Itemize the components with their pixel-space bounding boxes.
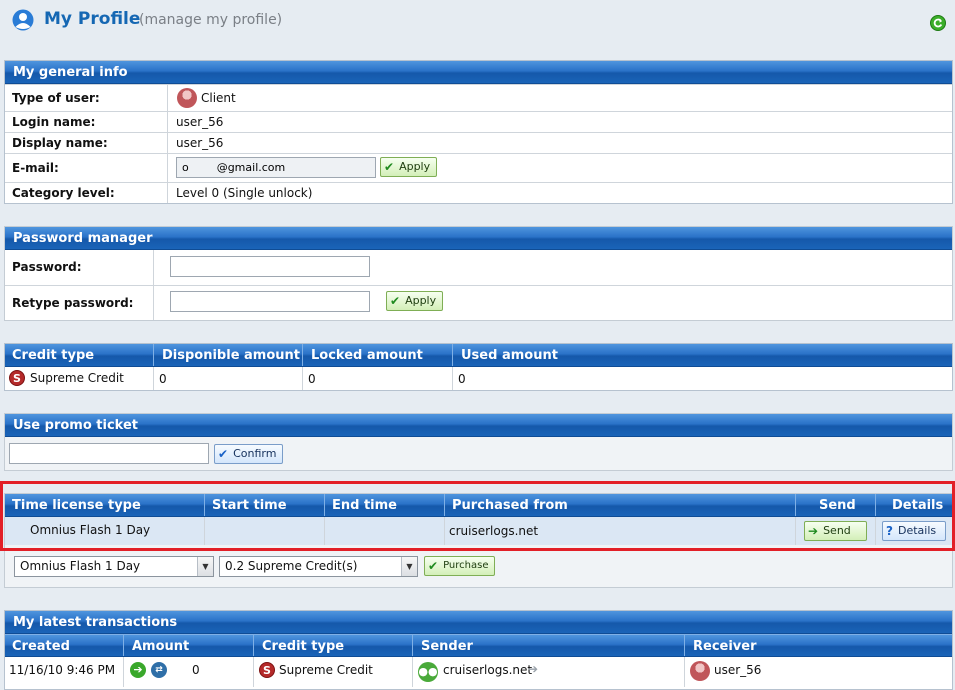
- general-info-panel: My general info Type of user: Client Log…: [4, 60, 953, 204]
- check-icon: ✔: [428, 559, 439, 573]
- col-credit-type: Credit type: [12, 348, 95, 363]
- email-input[interactable]: [176, 157, 376, 178]
- password-manager-title: Password manager: [5, 227, 952, 250]
- sender-group-icon: ●●: [418, 662, 438, 682]
- used-amount-value: 0: [458, 372, 466, 386]
- label-type-of-user: Type of user:: [12, 91, 100, 105]
- license-type-select-value: Omnius Flash 1 Day: [20, 559, 141, 573]
- row-type-of-user: Type of user: Client: [5, 84, 952, 111]
- col-locked-amount: Locked amount: [311, 348, 423, 363]
- col-sender: Sender: [421, 639, 473, 654]
- check-icon: ✔: [218, 447, 229, 461]
- page-title: My Profile: [44, 9, 141, 29]
- purchase-button[interactable]: ✔ Purchase: [424, 556, 496, 576]
- label-category-level: Category level:: [12, 186, 115, 200]
- check-icon: ✔: [390, 294, 401, 308]
- credits-panel: Credit type Disponible amount Locked amo…: [4, 343, 953, 391]
- label-password: Password:: [12, 260, 82, 274]
- transactions-table-header: Created Amount Credit type Sender Receiv…: [5, 634, 952, 657]
- price-select[interactable]: 0.2 Supreme Credit(s) ▼: [219, 556, 418, 577]
- value-type-of-user: Client: [201, 91, 236, 105]
- password-manager-panel: Password manager Password: Retype passwo…: [4, 226, 953, 321]
- transaction-row: 11/16/10 9:46 PM ➔ ⇄ 0 S Supreme Credit …: [5, 657, 952, 687]
- value-category-level: Level 0 (Single unlock): [176, 186, 313, 200]
- col-credit-type: Credit type: [262, 639, 345, 654]
- transaction-amount-value: 0: [192, 663, 200, 677]
- col-used-amount: Used amount: [461, 348, 558, 363]
- password-apply-label: Apply: [405, 294, 437, 307]
- purchase-label: Purchase: [443, 560, 489, 571]
- license-type-select[interactable]: Omnius Flash 1 Day ▼: [14, 556, 214, 577]
- transaction-sender-value: cruiserlogs.net: [443, 663, 533, 677]
- col-disponible-amount: Disponible amount: [162, 348, 301, 363]
- email-apply-label: Apply: [399, 160, 431, 173]
- transaction-receiver-value: user_56: [714, 663, 762, 677]
- row-password: Password:: [5, 250, 952, 285]
- label-display-name: Display name:: [12, 136, 108, 150]
- credits-table-header: Credit type Disponible amount Locked amo…: [5, 344, 952, 367]
- user-profile-icon: [12, 9, 34, 31]
- value-login-name: user_56: [176, 115, 224, 129]
- label-login-name: Login name:: [12, 115, 96, 129]
- transaction-credit-type-value: Supreme Credit: [279, 663, 373, 677]
- promo-ticket-title: Use promo ticket: [5, 414, 952, 437]
- col-amount: Amount: [132, 639, 190, 654]
- transactions-title: My latest transactions: [5, 611, 952, 634]
- promo-ticket-input[interactable]: [9, 443, 209, 464]
- row-email: E-mail: ✔ Apply: [5, 153, 952, 182]
- page-subtitle: (manage my profile): [139, 12, 283, 28]
- disponible-amount-value: 0: [159, 372, 167, 386]
- refresh-icon[interactable]: [930, 15, 946, 31]
- supreme-credit-icon: S: [9, 370, 25, 386]
- license-highlight-box: [0, 481, 955, 551]
- label-retype-password: Retype password:: [12, 296, 134, 310]
- check-icon: ✔: [384, 160, 395, 174]
- promo-confirm-button[interactable]: ✔ Confirm: [214, 444, 284, 464]
- row-login-name: Login name: user_56: [5, 111, 952, 132]
- col-receiver: Receiver: [693, 639, 757, 654]
- label-email: E-mail:: [12, 161, 59, 175]
- email-apply-button[interactable]: ✔ Apply: [380, 157, 438, 177]
- password-input[interactable]: [170, 256, 370, 277]
- receiver-avatar-icon: [690, 661, 710, 681]
- page-header: My Profile (manage my profile): [0, 0, 955, 50]
- value-display-name: user_56: [176, 136, 224, 150]
- chevron-down-icon: ▼: [401, 557, 417, 576]
- row-category-level: Category level: Level 0 (Single unlock): [5, 182, 952, 203]
- supreme-credit-icon: S: [259, 662, 275, 678]
- transfer-icon: ⇄: [151, 662, 167, 678]
- transaction-created-value: 11/16/10 9:46 PM: [9, 663, 116, 677]
- locked-amount-value: 0: [308, 372, 316, 386]
- retype-password-input[interactable]: [170, 291, 370, 312]
- col-created: Created: [12, 639, 70, 654]
- password-apply-button[interactable]: ✔ Apply: [386, 291, 444, 311]
- general-info-title: My general info: [5, 61, 952, 84]
- promo-ticket-panel: Use promo ticket ✔ Confirm: [4, 413, 953, 471]
- row-retype-password: Retype password: ✔ Apply: [5, 285, 952, 320]
- promo-confirm-label: Confirm: [233, 447, 277, 460]
- credits-row: S Supreme Credit 0 0 0: [5, 367, 952, 390]
- incoming-arrow-icon: ➔: [130, 662, 146, 678]
- price-select-value: 0.2 Supreme Credit(s): [225, 559, 358, 573]
- arrow-right-gray-icon: ➔: [528, 662, 539, 676]
- credit-type-value: Supreme Credit: [30, 371, 124, 385]
- chevron-down-icon: ▼: [197, 557, 213, 576]
- row-display-name: Display name: user_56: [5, 132, 952, 153]
- transactions-panel: My latest transactions Created Amount Cr…: [4, 610, 953, 690]
- client-avatar-icon: [177, 88, 197, 108]
